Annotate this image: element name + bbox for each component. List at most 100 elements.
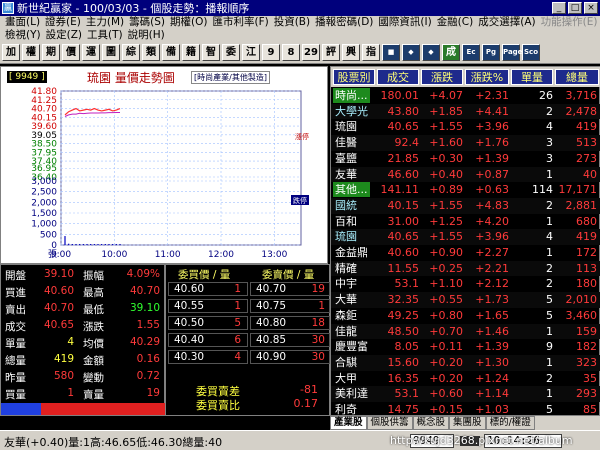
watch-stock-name[interactable]: 國統 xyxy=(333,198,359,213)
ask-price[interactable]: 40.90 xyxy=(256,351,286,363)
toolbar-button[interactable]: 29 xyxy=(302,44,320,61)
watch-stock-name[interactable]: 精確 xyxy=(333,261,359,276)
menu-item[interactable]: 畫面(L) xyxy=(5,16,40,29)
watch-stock-name[interactable]: 佳龍 xyxy=(333,324,359,339)
ask-price[interactable]: 40.85 xyxy=(256,334,286,346)
toolbar-button[interactable]: Page xyxy=(502,44,522,61)
watch-row[interactable]: 臺鹽 21.85 +0.30 +1.39 3 273 xyxy=(331,151,600,167)
watch-row[interactable]: 佳醫 92.4 +1.60 +1.76 3 513 xyxy=(331,135,600,151)
watch-row[interactable]: 慶豐富 8.05 +0.11 +1.39 9 182 xyxy=(331,339,600,355)
toolbar-button[interactable]: Ec xyxy=(462,44,480,61)
watch-row[interactable]: 國統 40.15 +1.55 +4.83 2 2,881 xyxy=(331,197,600,214)
toolbar-button[interactable]: 委 xyxy=(222,44,240,61)
watch-stock-name[interactable]: 慶豐富 xyxy=(333,339,370,354)
bid-price[interactable]: 40.60 xyxy=(174,283,204,295)
toolbar-button[interactable]: ◆ xyxy=(402,44,420,61)
menu-item[interactable]: 設定(Z) xyxy=(46,29,82,42)
menu-item[interactable]: 主力(M) xyxy=(86,16,124,29)
menu-item[interactable]: 播報密碼(D) xyxy=(315,16,373,29)
watch-row[interactable]: 中宇 53.1 +1.10 +2.12 2 180 xyxy=(331,276,600,292)
menu-item[interactable]: 匯市利率(F) xyxy=(212,16,268,29)
toolbar-button[interactable]: 指 xyxy=(362,44,380,61)
category-tab[interactable]: 概念股 xyxy=(412,416,450,430)
toolbar-button[interactable]: 期 xyxy=(42,44,60,61)
watch-row[interactable]: 百和 31.00 +1.25 +4.20 1 680 xyxy=(331,214,600,230)
watch-stock-name[interactable]: 利奇 xyxy=(333,402,359,417)
menu-item[interactable]: 籌碼(S) xyxy=(129,16,165,29)
watch-row[interactable]: 大華 32.35 +0.55 +1.73 5 2,010 xyxy=(331,292,600,308)
watch-stock-name[interactable]: 其他... xyxy=(333,182,370,198)
ask-price[interactable]: 40.75 xyxy=(256,300,286,312)
ask-price[interactable]: 40.70 xyxy=(256,283,286,295)
watch-row[interactable]: 金益鼎 40.60 +0.90 +2.27 1 172 xyxy=(331,245,600,261)
watch-stock-name[interactable]: 時尚... xyxy=(333,88,370,103)
toolbar-button[interactable]: ◆ xyxy=(422,44,440,61)
watch-stock-name[interactable]: 臺鹽 xyxy=(333,151,359,166)
toolbar-button[interactable]: 籍 xyxy=(182,44,200,61)
watch-stock-name[interactable]: 合騏 xyxy=(333,355,359,370)
watch-row[interactable]: 精確 11.55 +0.25 +2.21 2 113 xyxy=(331,260,600,277)
watch-row[interactable]: 合騏 15.60 +0.20 +1.30 1 323 xyxy=(331,354,600,371)
menu-item[interactable]: 國際資訊(I) xyxy=(378,16,431,29)
category-tab[interactable]: 集團股 xyxy=(449,416,486,430)
toolbar-button[interactable]: 加 xyxy=(2,44,20,61)
toolbar-button[interactable]: 成 xyxy=(442,44,460,61)
category-tab[interactable]: 個股供籌 xyxy=(366,416,413,430)
watch-row[interactable]: 森鉅 49.25 +0.80 +1.65 5 3,460 xyxy=(331,308,600,324)
watch-column-header[interactable]: 單量 xyxy=(511,69,553,85)
toolbar-button[interactable]: 權 xyxy=(22,44,40,61)
watch-stock-name[interactable]: 大甲 xyxy=(333,371,359,386)
watch-stock-name[interactable]: 友華 xyxy=(333,167,359,182)
menu-item[interactable]: 金融(C) xyxy=(437,16,474,29)
watch-column-header[interactable]: 總量 xyxy=(555,69,599,85)
watch-stock-name[interactable]: 中宇 xyxy=(333,276,359,291)
menu-item[interactable]: 功能操作(E) xyxy=(541,16,598,29)
watch-stock-name[interactable]: 琉園 xyxy=(333,119,359,134)
ask-price[interactable]: 40.80 xyxy=(256,317,286,329)
watch-stock-name[interactable]: 美利達 xyxy=(333,386,370,401)
toolbar-button[interactable]: 圖 xyxy=(102,44,120,61)
watch-row[interactable]: 佳龍 48.50 +0.70 +1.46 1 159 xyxy=(331,323,600,340)
watch-row[interactable]: 美利達 53.1 +0.60 +1.14 1 293 xyxy=(331,386,600,402)
bid-price[interactable]: 40.55 xyxy=(174,300,204,312)
watch-row[interactable]: 琉園 40.65 +1.55 +3.96 4 419 xyxy=(331,229,600,245)
menu-item[interactable]: 說明(H) xyxy=(128,29,165,42)
toolbar-button[interactable]: 9 xyxy=(262,44,280,61)
bid-price[interactable]: 40.40 xyxy=(174,334,204,346)
menu-item[interactable]: 工具(T) xyxy=(87,29,123,42)
bid-price[interactable]: 40.30 xyxy=(174,351,204,363)
minimize-button[interactable]: _ xyxy=(552,2,566,14)
menu-item[interactable]: 期權(O) xyxy=(170,16,207,29)
menu-item[interactable]: 證券(E) xyxy=(45,16,81,29)
watch-column-header[interactable]: 漲跌 xyxy=(421,69,463,85)
toolbar-button[interactable]: Pg xyxy=(482,44,500,61)
toolbar-button[interactable]: 智 xyxy=(202,44,220,61)
toolbar-button[interactable]: 興 xyxy=(342,44,360,61)
toolbar-button[interactable]: 運 xyxy=(82,44,100,61)
watch-stock-name[interactable]: 大華 xyxy=(333,292,359,307)
watch-row[interactable]: 大學光 43.80 +1.85 +4.41 2 2,478 xyxy=(331,103,600,120)
menu-item[interactable]: 投資(B) xyxy=(274,16,310,29)
toolbar-button[interactable]: 價 xyxy=(62,44,80,61)
toolbar-button[interactable]: Sco xyxy=(522,44,540,61)
maximize-button[interactable]: □ xyxy=(568,2,582,14)
watch-column-header[interactable]: 成交 xyxy=(377,69,419,85)
category-tab[interactable]: 標的/權證 xyxy=(485,416,535,430)
watch-stock-name[interactable]: 百和 xyxy=(333,214,359,229)
watch-column-header[interactable]: 漲跌% xyxy=(465,69,509,85)
close-button[interactable]: × xyxy=(584,2,598,14)
watch-row[interactable]: 大甲 16.35 +0.20 +1.24 2 35 xyxy=(331,371,600,387)
watch-stock-name[interactable]: 大學光 xyxy=(333,104,370,119)
bid-price[interactable]: 40.50 xyxy=(174,317,204,329)
toolbar-button[interactable]: 備 xyxy=(162,44,180,61)
toolbar-button[interactable]: 類 xyxy=(142,44,160,61)
watch-stock-name[interactable]: 森鉅 xyxy=(333,308,359,323)
toolbar-button[interactable]: 綜 xyxy=(122,44,140,61)
watch-stock-name[interactable]: 金益鼎 xyxy=(333,245,370,260)
watch-row[interactable]: 友華 46.60 +0.40 +0.87 1 40 xyxy=(331,166,600,183)
menu-item[interactable]: 檢視(Y) xyxy=(5,29,41,42)
watch-stock-name[interactable]: 佳醫 xyxy=(333,135,359,150)
watch-row[interactable]: 時尚... 180.01 +4.07 +2.31 26 3,716 xyxy=(331,88,600,104)
toolbar-button[interactable]: 江 xyxy=(242,44,260,61)
watch-stock-name[interactable]: 琉園 xyxy=(333,229,359,244)
